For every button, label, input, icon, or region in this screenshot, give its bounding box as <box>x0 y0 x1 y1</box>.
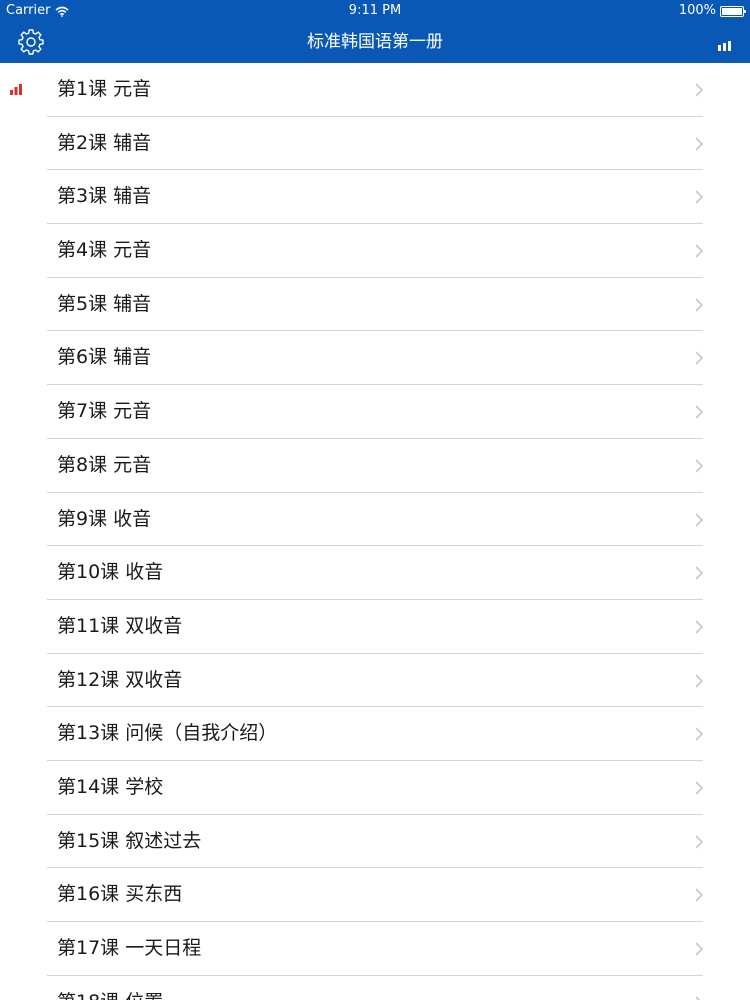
lesson-label: 第3课 辅音 <box>57 185 152 208</box>
lesson-label: 第1课 元音 <box>57 78 152 100</box>
lesson-label: 第16课 买东西 <box>57 883 183 906</box>
lesson-label: 第7课 元音 <box>57 400 152 423</box>
lesson-label: 第18课 位置 <box>57 976 163 1000</box>
chevron-right-icon <box>695 781 704 795</box>
lesson-row-10[interactable]: 第10课 收音 <box>0 546 750 600</box>
chevron-right-icon <box>695 244 704 258</box>
lesson-row-4[interactable]: 第4课 元音 <box>0 224 750 278</box>
battery-percent: 100% <box>678 3 716 18</box>
lesson-row-5[interactable]: 第5课 辅音 <box>0 278 750 332</box>
chevron-right-icon <box>695 996 701 1000</box>
lesson-label: 第13课 问候（自我介绍） <box>57 722 278 745</box>
status-time: 9:11 PM <box>348 3 402 18</box>
status-bar: Carrier 9:11 PM 100% <box>0 0 750 22</box>
battery-icon <box>720 5 746 17</box>
chevron-right-icon <box>695 942 704 956</box>
lesson-list: 第1课 元音 第2课 辅音 第3课 辅音 第4课 元音 第5课 辅音 第6课 辅… <box>0 63 750 1000</box>
progress-indicator-icon <box>10 84 22 95</box>
chevron-right-icon <box>695 298 704 312</box>
chevron-right-icon <box>695 673 704 688</box>
lesson-label: 第10课 收音 <box>57 561 164 584</box>
lesson-label: 第6课 辅音 <box>57 346 152 369</box>
status-right: 100% <box>678 0 746 22</box>
chevron-right-icon <box>695 137 704 151</box>
chevron-right-icon <box>695 405 704 419</box>
nav-bar: 标准韩国语第一册 <box>0 22 750 63</box>
chevron-right-icon <box>695 620 704 634</box>
lesson-row-1[interactable]: 第1课 元音 <box>0 63 750 117</box>
chevron-right-icon <box>695 83 704 97</box>
lesson-row-16[interactable]: 第16课 买东西 <box>0 868 750 922</box>
lesson-label: 第17课 一天日程 <box>57 937 202 959</box>
bar-chart-icon[interactable] <box>714 35 736 53</box>
lesson-label: 第15课 叙述过去 <box>57 829 202 852</box>
lesson-label: 第12课 双收音 <box>57 668 183 691</box>
lesson-label: 第14课 学校 <box>57 775 164 798</box>
lesson-row-11[interactable]: 第11课 双收音 <box>0 600 750 654</box>
chevron-right-icon <box>695 566 704 580</box>
lesson-label: 第8课 元音 <box>57 453 152 476</box>
lesson-label: 第2课 辅音 <box>57 131 152 154</box>
lesson-label: 第4课 元音 <box>57 239 152 262</box>
lesson-row-17[interactable]: 第17课 一天日程 <box>0 922 750 976</box>
lesson-label: 第5课 辅音 <box>57 292 152 315</box>
lesson-row-2[interactable]: 第2课 辅音 <box>0 117 750 171</box>
lesson-row-12[interactable]: 第12课 双收音 <box>0 654 750 708</box>
lesson-row-8[interactable]: 第8课 元音 <box>0 439 750 493</box>
lesson-label: 第9课 收音 <box>57 507 152 530</box>
chevron-right-icon <box>695 190 704 204</box>
lesson-row-13[interactable]: 第13课 问候（自我介绍） <box>0 707 750 761</box>
chevron-right-icon <box>695 835 704 849</box>
lesson-label: 第11课 双收音 <box>57 614 183 637</box>
lesson-row-3[interactable]: 第3课 辅音 <box>0 170 750 224</box>
chevron-right-icon <box>695 351 704 366</box>
page-title: 标准韩国语第一册 <box>307 32 443 52</box>
header: Carrier 9:11 PM 100% 标准韩国语第一册 <box>0 0 750 63</box>
chevron-right-icon <box>695 888 704 902</box>
lesson-row-7[interactable]: 第7课 元音 <box>0 385 750 439</box>
lesson-row-14[interactable]: 第14课 学校 <box>0 761 750 815</box>
lesson-row-15[interactable]: 第15课 叙述过去 <box>0 815 750 869</box>
chevron-right-icon <box>695 459 704 473</box>
chevron-right-icon <box>695 727 704 741</box>
chevron-right-icon <box>695 512 704 527</box>
lesson-row-9[interactable]: 第9课 收音 <box>0 493 750 547</box>
lesson-row-6[interactable]: 第6课 辅音 <box>0 331 750 385</box>
lesson-row-18[interactable]: 第18课 位置 <box>0 976 750 1000</box>
app-root: Carrier 9:11 PM 100% 标准韩国语第一册 第1课 元音 第2课… <box>0 0 750 1000</box>
